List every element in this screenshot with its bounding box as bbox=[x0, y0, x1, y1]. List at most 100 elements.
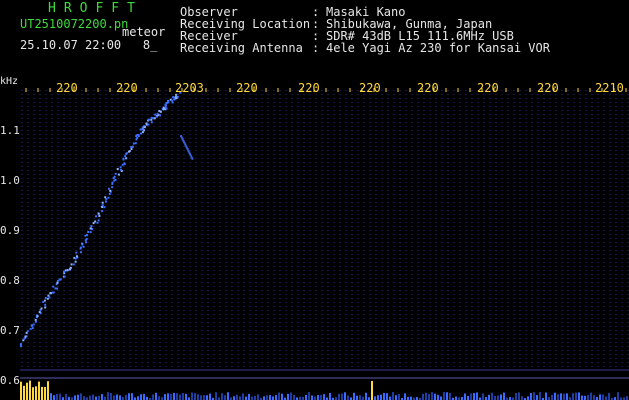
spectrogram-grid bbox=[21, 88, 629, 368]
trail-dot bbox=[103, 206, 106, 209]
level-bar bbox=[320, 394, 322, 400]
trail-dot bbox=[176, 95, 179, 98]
level-bar bbox=[518, 392, 520, 400]
level-bar bbox=[563, 393, 565, 400]
trail-dot bbox=[191, 157, 194, 160]
level-bar bbox=[626, 396, 628, 400]
level-bar bbox=[566, 393, 568, 400]
y-tick: 1.1 bbox=[0, 124, 20, 137]
trail-dot bbox=[52, 285, 55, 288]
level-bar bbox=[98, 395, 100, 400]
trail-dot bbox=[101, 206, 104, 208]
level-bar bbox=[251, 396, 253, 400]
trail-dot bbox=[151, 117, 154, 120]
trail-dot bbox=[125, 157, 128, 160]
level-spike bbox=[371, 381, 373, 400]
level-bar bbox=[272, 396, 274, 400]
level-bar bbox=[137, 396, 139, 400]
level-bar bbox=[245, 396, 247, 400]
trail-dot bbox=[30, 324, 33, 327]
level-bar bbox=[35, 386, 37, 400]
level-bar bbox=[551, 394, 553, 400]
trail-dot bbox=[63, 275, 66, 278]
level-bar bbox=[113, 395, 115, 400]
trail-dot bbox=[140, 132, 142, 135]
trail-dot bbox=[117, 173, 120, 176]
level-bar bbox=[155, 392, 157, 400]
level-bar bbox=[140, 394, 142, 400]
level-bar bbox=[464, 393, 466, 400]
level-bar bbox=[584, 395, 586, 400]
trail-dot bbox=[121, 163, 124, 166]
level-bar bbox=[263, 396, 265, 400]
level-bar bbox=[281, 393, 283, 400]
trail-dot bbox=[165, 107, 168, 110]
y-tick: 0.6 bbox=[0, 374, 20, 387]
level-bar bbox=[215, 392, 217, 400]
level-bar bbox=[152, 394, 154, 400]
trail-dot bbox=[136, 134, 139, 136]
level-bar bbox=[203, 395, 205, 400]
level-bar bbox=[287, 393, 289, 400]
trail-dot bbox=[56, 287, 59, 290]
info-key-antenna: Receiving Antenna bbox=[180, 41, 303, 55]
trail-dot bbox=[124, 155, 127, 158]
level-bar bbox=[515, 393, 517, 400]
trail-dot bbox=[76, 255, 78, 258]
level-bar bbox=[20, 381, 22, 400]
level-bar bbox=[434, 393, 436, 400]
level-bar bbox=[128, 393, 130, 400]
trail-dot bbox=[74, 257, 77, 260]
level-bar bbox=[182, 393, 184, 400]
level-bar bbox=[455, 396, 457, 400]
trail-dot bbox=[125, 152, 128, 155]
level-bar bbox=[173, 392, 175, 400]
level-bar bbox=[200, 395, 202, 400]
trail-dot bbox=[20, 343, 23, 346]
level-bar bbox=[362, 396, 364, 400]
level-bar bbox=[398, 394, 400, 400]
level-bar bbox=[605, 396, 607, 400]
level-bar bbox=[347, 395, 349, 400]
level-bar bbox=[239, 396, 241, 400]
datetime-label: 25.10.07 22:00 8_ bbox=[20, 38, 158, 52]
level-bar bbox=[221, 393, 223, 400]
trail-dot bbox=[111, 186, 114, 189]
level-bar bbox=[269, 395, 271, 400]
level-bar bbox=[236, 394, 238, 400]
level-bar bbox=[482, 393, 484, 400]
trail-dot bbox=[90, 225, 93, 227]
trail-dot bbox=[94, 220, 97, 223]
filename-label: UT2510072200.pn bbox=[20, 17, 129, 31]
trail-dot bbox=[141, 128, 144, 131]
trail-dot bbox=[139, 128, 142, 131]
x-tick: 2203 bbox=[175, 81, 204, 95]
level-bar bbox=[440, 396, 442, 400]
level-bar bbox=[44, 387, 46, 400]
level-bar bbox=[527, 396, 529, 400]
trail-dot bbox=[59, 278, 62, 281]
trail-dot bbox=[82, 245, 85, 248]
level-bar bbox=[119, 395, 121, 400]
trail-dot bbox=[111, 181, 114, 184]
level-bar bbox=[392, 392, 394, 400]
trail-dot bbox=[43, 299, 46, 302]
level-bar bbox=[341, 393, 343, 400]
app-title: HROFFT bbox=[48, 1, 143, 16]
level-bar bbox=[572, 393, 574, 400]
trail-dot bbox=[48, 296, 51, 299]
trail-dot bbox=[113, 175, 116, 178]
level-bar bbox=[560, 393, 562, 400]
y-axis-unit: kHz bbox=[0, 76, 19, 87]
level-bar bbox=[356, 395, 358, 400]
trail-dot bbox=[175, 96, 177, 99]
level-bar bbox=[170, 393, 172, 400]
level-bar bbox=[575, 392, 577, 400]
trail-dot bbox=[34, 320, 37, 323]
trail-dot bbox=[74, 260, 77, 263]
trail-dot bbox=[155, 115, 158, 118]
level-bar bbox=[449, 392, 451, 400]
trail-dot bbox=[148, 118, 151, 121]
level-bar bbox=[185, 393, 187, 400]
level-bar bbox=[395, 395, 397, 400]
